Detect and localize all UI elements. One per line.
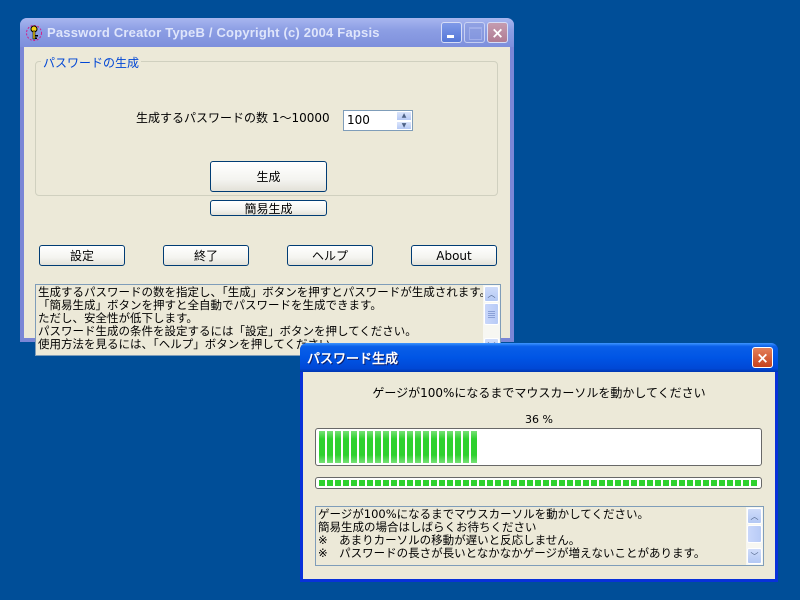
key-icon	[25, 24, 43, 42]
dialog-title-bar[interactable]: パスワード生成 ×	[300, 343, 778, 372]
exit-button[interactable]: 終了	[163, 245, 249, 266]
dialog-close-button[interactable]: ×	[752, 347, 773, 368]
scroll-up-button[interactable]: ︿	[484, 286, 499, 302]
progress-fill	[319, 431, 478, 463]
scroll-thumb[interactable]	[484, 303, 499, 325]
group-legend: パスワードの生成	[41, 54, 142, 71]
generate-button[interactable]: 生成	[210, 161, 327, 192]
secondary-progress-fill	[319, 480, 758, 486]
close-icon: ×	[491, 23, 504, 42]
password-count-spinner[interactable]: 100 ▲ ▼	[343, 110, 413, 131]
chevron-down-icon: ﹀	[750, 551, 759, 561]
dialog-client-area: ゲージが100%になるまでマウスカーソルを動かしてください 36 % ゲージが1…	[303, 372, 775, 579]
main-window-title: Password Creator TypeB / Copyright (c) 2…	[47, 25, 380, 40]
password-generation-dialog: パスワード生成 × ゲージが100%になるまでマウスカーソルを動かしてください …	[300, 343, 778, 582]
about-button[interactable]: About	[411, 245, 497, 266]
main-client-area: パスワードの生成 生成するパスワードの数 1～10000 100 ▲ ▼ 生成 …	[24, 47, 510, 356]
maximize-button[interactable]	[464, 22, 485, 43]
help-button[interactable]: ヘルプ	[287, 245, 373, 266]
settings-button[interactable]: 設定	[39, 245, 125, 266]
instruction-text: ゲージが100%になるまでマウスカーソルを動かしてください	[372, 386, 706, 400]
progress-percent-label: 36 %	[525, 413, 553, 426]
grip-icon	[488, 310, 495, 318]
dialog-info-text: ゲージが100%になるまでマウスカーソルを動かしてください。 簡易生成の場合はし…	[318, 507, 706, 560]
dialog-title: パスワード生成	[307, 352, 399, 367]
password-count-input[interactable]: 100	[344, 111, 396, 130]
chevron-up-icon: ︿	[487, 289, 496, 299]
scroll-down-button[interactable]: ﹀	[747, 548, 762, 564]
dialog-info-scrollbar[interactable]: ︿ ﹀	[746, 507, 763, 565]
password-count-label: 生成するパスワードの数 1～10000	[136, 111, 330, 125]
main-title-bar[interactable]: Password Creator TypeB / Copyright (c) 2…	[20, 18, 514, 47]
chevron-up-icon: ︿	[750, 511, 759, 521]
info-text: 生成するパスワードの数を指定し、「生成」ボタンを押すとパスワードが生成されます。…	[38, 285, 492, 351]
scroll-up-button[interactable]: ︿	[747, 508, 762, 524]
dialog-info-memo[interactable]: ゲージが100%になるまでマウスカーソルを動かしてください。 簡易生成の場合はし…	[315, 506, 764, 566]
scroll-thumb[interactable]	[747, 525, 762, 543]
close-button[interactable]: ×	[487, 22, 508, 43]
spin-down-button[interactable]: ▼	[396, 120, 412, 130]
spin-up-button[interactable]: ▲	[396, 111, 412, 121]
secondary-progress-bar	[315, 477, 762, 489]
easy-generate-button[interactable]: 簡易生成	[210, 200, 327, 216]
main-window: Password Creator TypeB / Copyright (c) 2…	[20, 18, 514, 356]
close-icon: ×	[756, 348, 769, 367]
entropy-progress-bar	[315, 428, 762, 466]
minimize-button[interactable]	[441, 22, 462, 43]
